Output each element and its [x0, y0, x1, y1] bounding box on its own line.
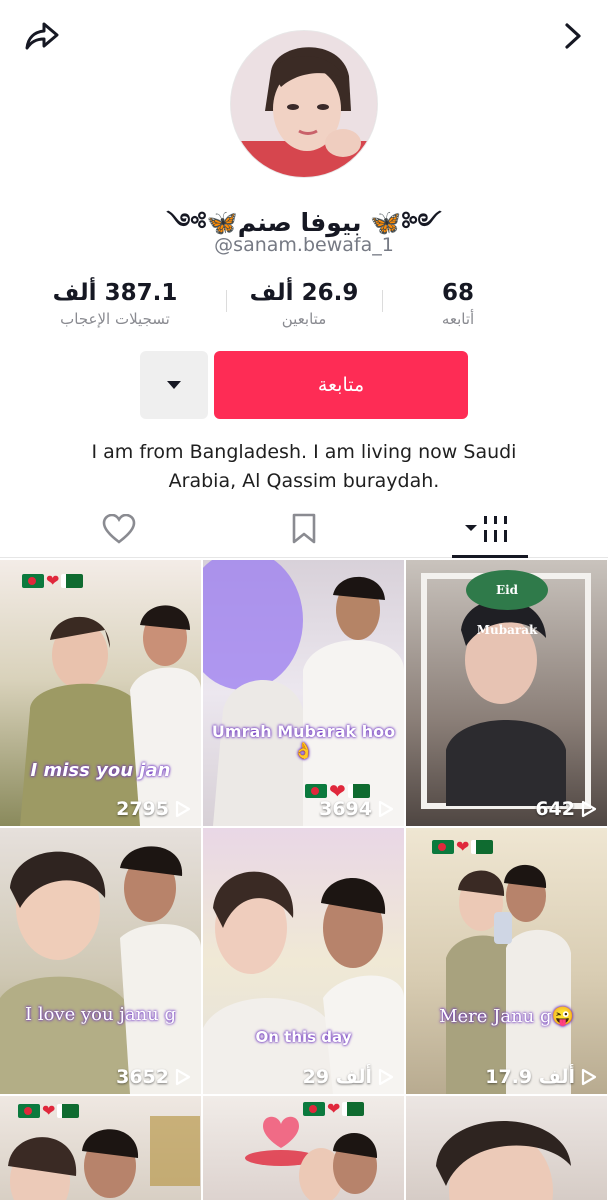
bangladesh-flag-icon	[18, 1104, 40, 1118]
video-thumbnail[interactable]: Eid Mubarak 642	[406, 560, 607, 826]
following-stat[interactable]: 68 أتابعه	[383, 280, 533, 328]
view-count: 3652	[116, 1066, 191, 1088]
flag-stickers: ❤	[22, 571, 84, 590]
video-grid: ❤ I miss you jan 2795 Umrah Mubarak hoo👌…	[0, 560, 608, 1200]
thumbnail-image	[446, 864, 571, 1094]
likes-stat[interactable]: 387.1 ألف تسجيلات الإعجاب	[40, 280, 190, 328]
play-icon	[378, 800, 394, 818]
view-count: 2795	[116, 798, 191, 820]
video-caption: Umrah Mubarak hoo👌	[211, 722, 396, 760]
bio: I am from Bangladesh. I am living now Sa…	[91, 441, 517, 492]
followers-label: متابعين	[281, 310, 327, 328]
eid-badge: Eid Mubarak	[466, 570, 548, 637]
stats-row: 387.1 ألف تسجيلات الإعجاب 26.9 ألف متابع…	[40, 280, 568, 336]
content-tabs	[0, 500, 608, 558]
share-button[interactable]	[22, 16, 62, 56]
flag-stickers: ❤	[305, 779, 370, 803]
pakistan-flag-icon	[471, 840, 494, 854]
video-thumbnail[interactable]: ❤	[0, 1096, 201, 1200]
flag-stickers: ❤	[303, 1099, 365, 1118]
heart-icon: ❤	[327, 1099, 341, 1118]
view-count: 29 ألف	[303, 1066, 394, 1088]
video-caption: On this day	[255, 1028, 352, 1046]
heart-icon: ❤	[456, 837, 470, 856]
video-thumbnail[interactable]	[406, 1096, 607, 1200]
pakistan-flag-icon	[57, 1104, 80, 1118]
following-count: 68	[441, 280, 474, 306]
caret-down-icon	[167, 381, 181, 389]
follow-button[interactable]: متابعة	[214, 351, 468, 419]
view-count: 17.9 ألف	[485, 1066, 597, 1088]
view-count: 642	[535, 798, 597, 820]
active-tab-indicator	[452, 555, 528, 558]
view-count-value: 3694	[319, 798, 372, 820]
chevron-right-icon	[565, 23, 581, 49]
pakistan-flag-icon	[342, 1102, 365, 1116]
thumbnail-image	[436, 1121, 571, 1200]
bangladesh-flag-icon	[303, 1102, 325, 1116]
tab-saved[interactable]	[203, 500, 405, 558]
thumbnail-image	[203, 560, 404, 826]
heart-icon: ❤	[46, 571, 60, 590]
grid-bars-icon	[465, 516, 507, 542]
video-caption: I love you janu g	[24, 1004, 177, 1025]
play-icon	[378, 1068, 394, 1086]
tab-liked[interactable]	[18, 500, 220, 558]
thumbnail-image	[203, 871, 404, 1094]
video-thumbnail[interactable]: I love you janu g 3652	[0, 828, 201, 1094]
play-icon	[175, 1068, 191, 1086]
view-count-value: 2795	[116, 798, 169, 820]
video-caption: Mere Janu g😜	[439, 1006, 574, 1027]
divider	[226, 290, 227, 312]
followers-count: 26.9 ألف	[249, 280, 359, 306]
video-thumbnail[interactable]: Umrah Mubarak hoo👌 ❤ 3694	[203, 560, 404, 826]
heart-outline-icon	[102, 514, 136, 544]
view-count-value: 3652	[116, 1066, 169, 1088]
video-caption: I miss you jan	[30, 760, 171, 781]
followers-stat[interactable]: 26.9 ألف متابعين	[229, 280, 379, 328]
likes-label: تسجيلات الإعجاب	[60, 310, 170, 328]
video-thumbnail[interactable]: ❤ I miss you jan 2795	[0, 560, 201, 826]
bangladesh-flag-icon	[432, 840, 454, 854]
heart-icon: ❤	[42, 1101, 56, 1120]
view-count-value: 29 ألف	[302, 1066, 372, 1088]
forward-button[interactable]	[558, 16, 588, 56]
more-options-button[interactable]	[140, 351, 208, 419]
flag-stickers: ❤	[432, 837, 494, 856]
pakistan-flag-icon	[61, 574, 84, 588]
username: @sanam.bewafa_1	[214, 234, 394, 256]
play-icon	[581, 800, 597, 818]
following-label: أتابعه	[441, 310, 475, 328]
flag-stickers: ❤	[18, 1101, 80, 1120]
bookmark-outline-icon	[292, 513, 316, 544]
tab-videos[interactable]	[388, 500, 590, 558]
profile-photo	[231, 31, 377, 177]
play-icon	[175, 800, 191, 818]
avatar[interactable]	[230, 30, 378, 178]
view-count: 3694	[319, 798, 394, 820]
view-count-value: 642	[535, 798, 575, 820]
share-arrow-icon	[25, 22, 59, 50]
pakistan-flag-icon	[347, 784, 370, 798]
view-count-value: 17.9 ألف	[485, 1066, 575, 1088]
play-icon	[581, 1068, 597, 1086]
bangladesh-flag-icon	[22, 574, 44, 588]
video-thumbnail[interactable]: ❤	[203, 1096, 404, 1200]
thumbnail-image	[20, 605, 201, 826]
thumbnail-image	[0, 846, 201, 1094]
video-thumbnail[interactable]: On this day 29 ألف	[203, 828, 404, 1094]
video-thumbnail[interactable]: ❤ Mere Janu g😜 17.9 ألف	[406, 828, 607, 1094]
heart-icon: ❤	[329, 779, 346, 803]
likes-count: 387.1 ألف	[52, 280, 178, 306]
bangladesh-flag-icon	[305, 784, 327, 798]
